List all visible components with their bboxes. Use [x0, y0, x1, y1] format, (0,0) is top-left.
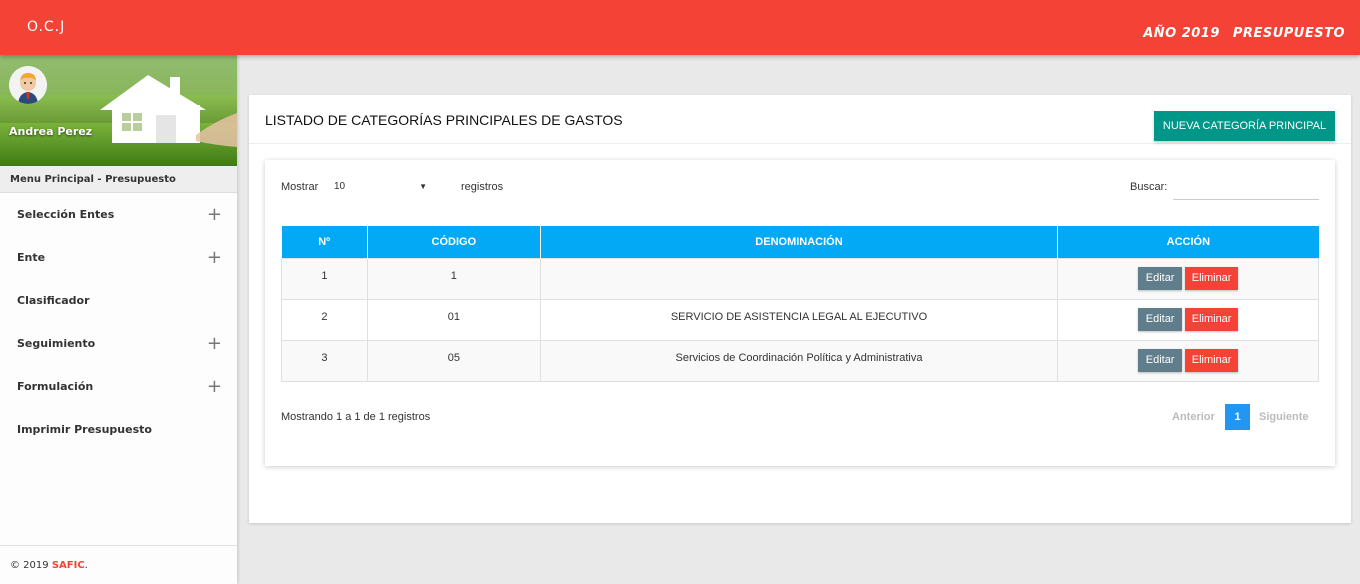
caret-down-icon: ▼ [419, 182, 427, 191]
cell-actions: Editar Eliminar [1057, 339, 1319, 382]
pagination-next[interactable]: Siguiente [1259, 411, 1309, 423]
column-header-action: ACCIÓN [1057, 226, 1319, 258]
pagination-previous[interactable]: Anterior [1172, 411, 1215, 423]
page-title: LISTADO DE CATEGORÍAS PRINCIPALES DE GAS… [265, 112, 623, 128]
edit-button[interactable]: Editar [1138, 266, 1183, 290]
pagination-info: Mostrando 1 a 1 de 1 registros [281, 411, 431, 423]
table-panel: Mostrar 10 ▼ registros Buscar: Nº CÓDIGO… [265, 160, 1335, 466]
cell-name: Servicios de Coordinación Política y Adm… [539, 339, 1059, 382]
show-label: Mostrar [281, 181, 319, 193]
sidebar-item-seguimiento[interactable]: Seguimiento + [0, 322, 237, 365]
cell-name [539, 257, 1059, 300]
footer-brand[interactable]: SAFIC [52, 560, 85, 571]
footer-suffix: . [84, 560, 88, 571]
sidebar: Andrea Perez Menu Principal - Presupuest… [0, 55, 237, 584]
sidebar-item-label: Formulación [17, 380, 94, 393]
cell-code: 01 [366, 298, 541, 341]
new-category-button[interactable]: NUEVA CATEGORÍA PRINCIPAL [1154, 111, 1335, 141]
sidebar-item-label: Seguimiento [17, 337, 96, 350]
categories-table: Nº CÓDIGO DENOMINACIÓN ACCIÓN 1 1 Editar… [281, 226, 1319, 382]
user-profile-banner: Andrea Perez [0, 55, 237, 166]
section-label: PRESUPUESTO [1232, 26, 1345, 41]
header-context: AÑO 2019 PRESUPUESTO [1143, 26, 1345, 41]
edit-button[interactable]: Editar [1138, 307, 1183, 331]
cell-number: 2 [281, 298, 368, 341]
table-header-row: Nº CÓDIGO DENOMINACIÓN ACCIÓN [281, 226, 1319, 258]
records-label: registros [461, 181, 504, 193]
pagination-page-1[interactable]: 1 [1225, 404, 1250, 430]
brand-logo[interactable]: O.C.J [27, 19, 65, 35]
cell-code: 1 [366, 257, 541, 300]
avatar[interactable] [9, 66, 47, 104]
delete-button[interactable]: Eliminar [1185, 307, 1239, 331]
column-header-number[interactable]: Nº [281, 226, 368, 258]
sidebar-footer: © 2019 SAFIC. [0, 545, 237, 584]
menu-header: Menu Principal - Presupuesto [0, 166, 237, 193]
cell-actions: Editar Eliminar [1057, 257, 1319, 300]
cell-name: SERVICIO DE ASISTENCIA LEGAL AL EJECUTIV… [539, 298, 1059, 341]
search-label: Buscar: [1130, 181, 1168, 193]
edit-button[interactable]: Editar [1138, 348, 1183, 372]
sidebar-item-label: Clasificador [17, 294, 90, 307]
card-header: LISTADO DE CATEGORÍAS PRINCIPALES DE GAS… [249, 95, 1351, 144]
page-size-value: 10 [334, 181, 346, 192]
sidebar-item-ente[interactable]: Ente + [0, 236, 237, 279]
top-navbar: O.C.J AÑO 2019 PRESUPUESTO [0, 0, 1360, 55]
delete-button[interactable]: Eliminar [1185, 266, 1239, 290]
cell-actions: Editar Eliminar [1057, 298, 1319, 341]
year-label: AÑO 2019 [1143, 26, 1220, 41]
sidebar-item-imprimir-presupuesto[interactable]: Imprimir Presupuesto [0, 408, 237, 451]
sidebar-item-label: Imprimir Presupuesto [17, 423, 152, 436]
sidebar-item-label: Ente [17, 251, 46, 264]
table-row: 1 1 Editar Eliminar [281, 257, 1319, 300]
delete-button[interactable]: Eliminar [1185, 348, 1239, 372]
column-header-code[interactable]: CÓDIGO [367, 226, 541, 258]
sidebar-item-seleccion-entes[interactable]: Selección Entes + [0, 193, 237, 236]
sidebar-item-label: Selección Entes [17, 208, 115, 221]
page-size-select[interactable]: 10 ▼ [317, 179, 437, 195]
user-avatar-icon [9, 66, 47, 104]
copyright-text: © 2019 [10, 560, 49, 571]
plus-icon[interactable]: + [207, 193, 222, 236]
sidebar-item-clasificador[interactable]: Clasificador [0, 279, 237, 322]
cell-number: 1 [281, 257, 368, 300]
table-row: 2 01 SERVICIO DE ASISTENCIA LEGAL AL EJE… [281, 298, 1319, 341]
plus-icon[interactable]: + [207, 365, 222, 408]
cell-number: 3 [281, 339, 368, 382]
search-input[interactable] [1173, 178, 1319, 200]
sidebar-item-formulacion[interactable]: Formulación + [0, 365, 237, 408]
plus-icon[interactable]: + [207, 322, 222, 365]
main-card: LISTADO DE CATEGORÍAS PRINCIPALES DE GAS… [249, 95, 1351, 523]
user-name: Andrea Perez [9, 125, 93, 138]
table-row: 3 05 Servicios de Coordinación Política … [281, 339, 1319, 382]
cell-code: 05 [366, 339, 541, 382]
plus-icon[interactable]: + [207, 236, 222, 279]
column-header-name[interactable]: DENOMINACIÓN [540, 226, 1059, 258]
